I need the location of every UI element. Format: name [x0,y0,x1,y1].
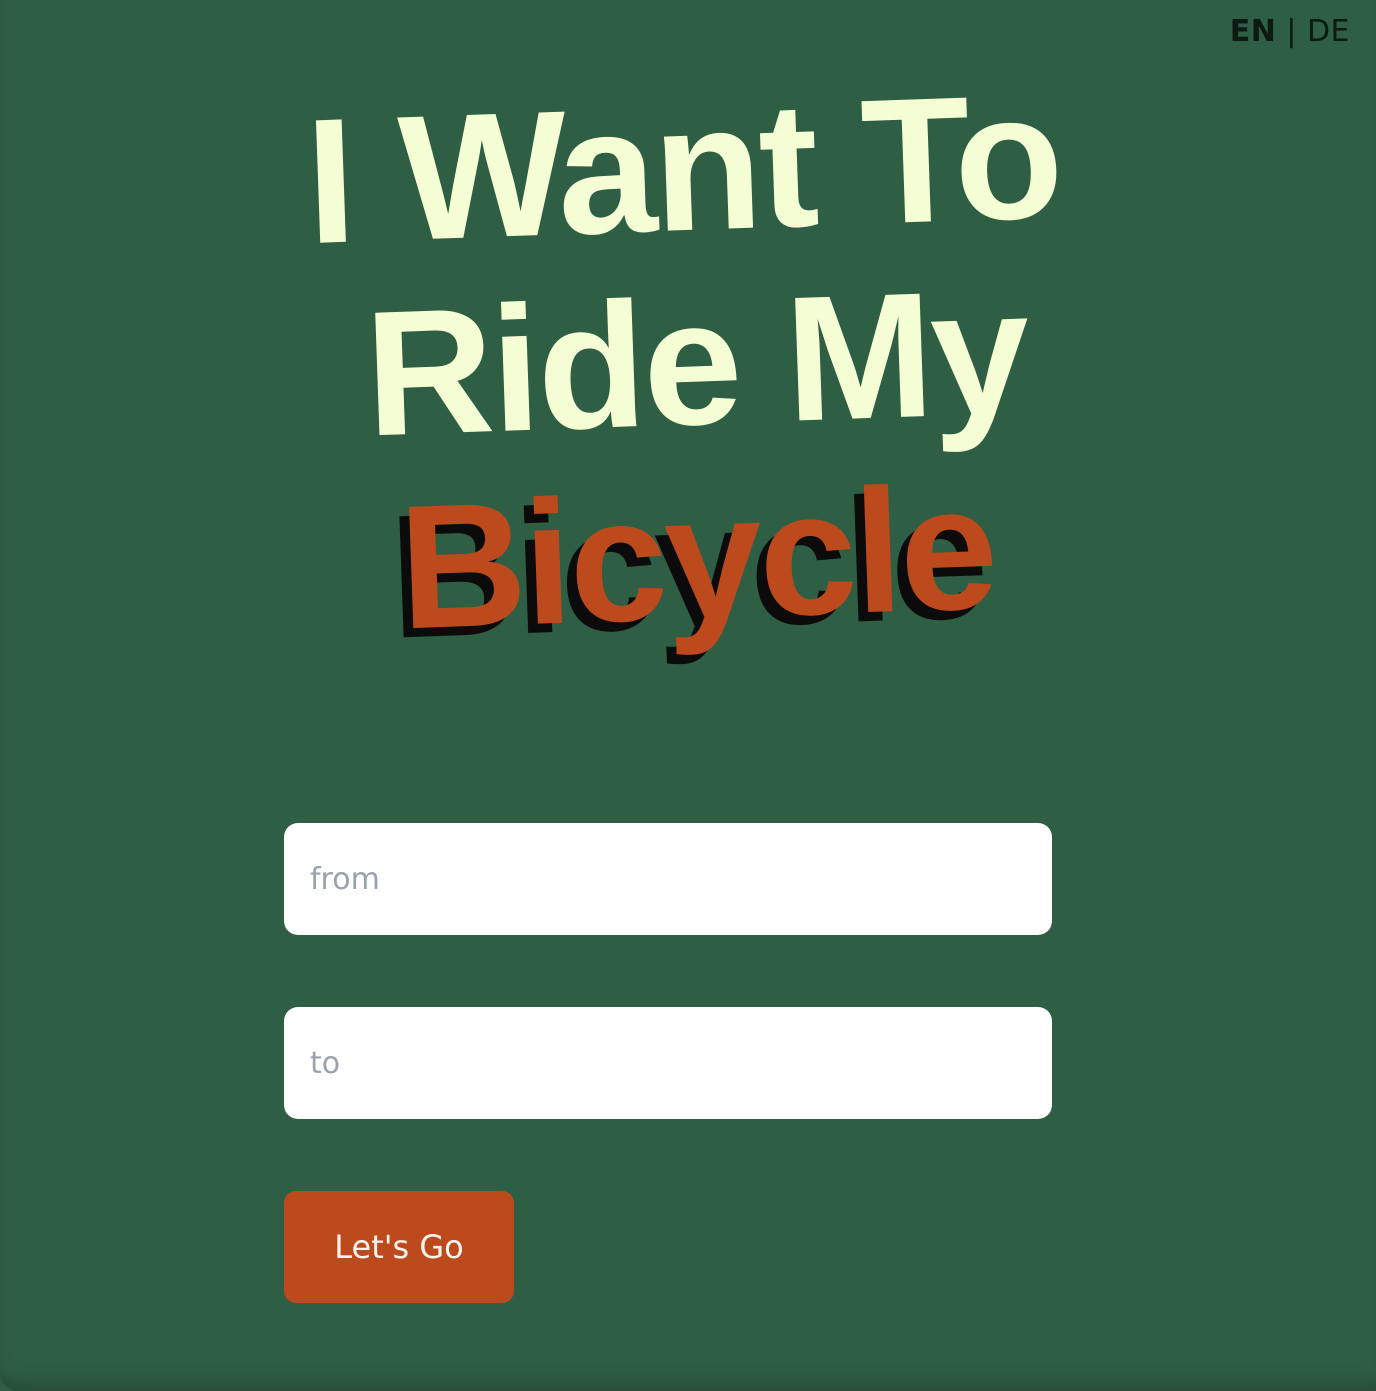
page-background: EN | DE I Want To Ride My Bicycle Let's … [0,0,1376,1391]
hero-title-line-1: I Want To [302,55,1064,282]
hero-title-line-2: Ride My [361,251,1030,474]
to-input[interactable] [284,1007,1052,1119]
hero-title-line-3: Bicycle [396,449,998,667]
language-de-link[interactable]: DE [1307,14,1350,49]
from-input[interactable] [284,823,1052,935]
language-switcher: EN | DE [1230,14,1350,49]
language-separator: | [1286,14,1297,49]
language-en-link[interactable]: EN [1230,14,1277,49]
lets-go-button[interactable]: Let's Go [284,1191,514,1303]
hero-title: I Want To Ride My Bicycle [0,56,1376,666]
route-form: Let's Go [284,823,1052,1303]
